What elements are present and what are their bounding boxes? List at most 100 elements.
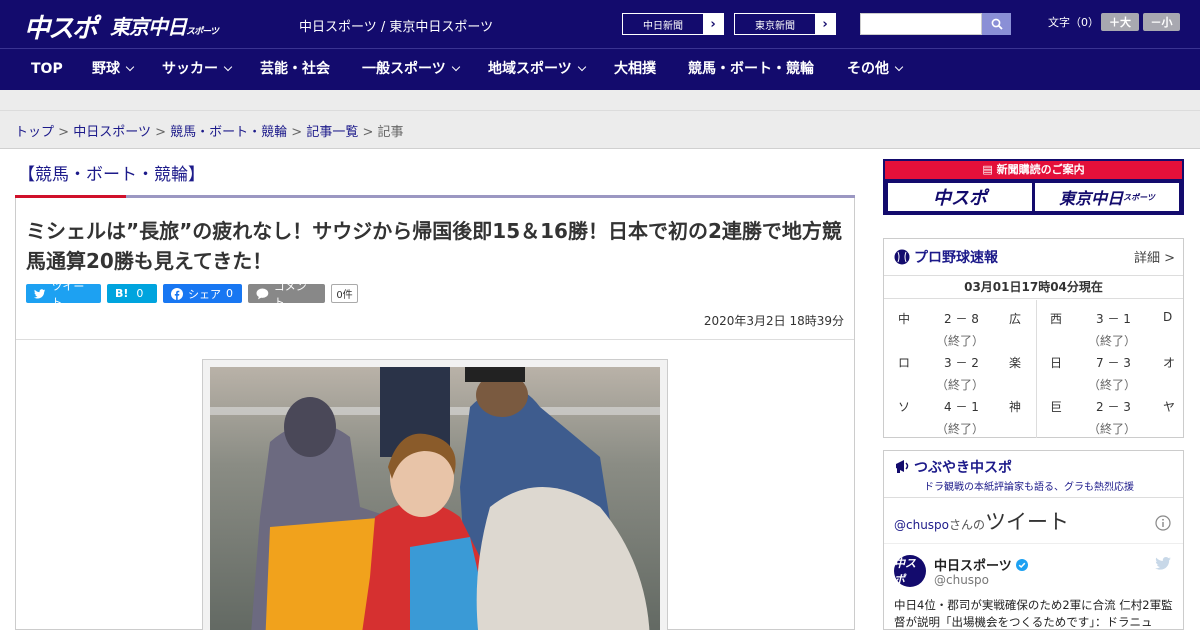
twitter-widget-title: つぶやき中スポ: [914, 460, 1012, 476]
twitter-bird-icon[interactable]: [1155, 557, 1171, 570]
game-score[interactable]: 7 － 3: [1096, 354, 1131, 371]
nav-general-sports[interactable]: 一般スポーツ: [362, 49, 460, 90]
breadcrumb-chunichi-sports[interactable]: 中日スポーツ: [73, 125, 151, 140]
category-title: 【競馬・ボート・競輪】: [18, 165, 205, 185]
main-nav: TOP 野球 サッカー 芸能・社会 一般スポーツ 地域スポーツ 大相撲 競馬・ボ…: [0, 48, 1200, 90]
game-status: （終了）: [936, 422, 985, 436]
top-header: 中スポ 東京中日スポーツ 中日スポーツ / 東京中日スポーツ 中日新聞 › 東京新…: [0, 0, 1200, 48]
newspaper-icon: ▤: [982, 163, 997, 176]
facebook-share-label: シェア: [188, 287, 221, 301]
game-score[interactable]: 2 － 8: [944, 310, 979, 327]
comment-label: コメント: [273, 279, 307, 309]
tokyo-shimbun-button[interactable]: 東京新聞 ›: [734, 13, 836, 35]
breadcrumb-article-list[interactable]: 記事一覧: [306, 125, 358, 140]
breadcrumb-top[interactable]: トップ: [15, 125, 54, 140]
nav-sumo[interactable]: 大相撲: [614, 49, 656, 90]
breadcrumb-sep: >: [291, 125, 303, 140]
tokyo-chunichi-logo-text: 東京中日: [110, 15, 187, 39]
game-status: （終了）: [1088, 334, 1137, 348]
game-away-team: 楽: [1009, 356, 1022, 370]
scores-timestamp: 03月01日17時04分現在: [884, 275, 1183, 299]
font-larger-button[interactable]: ＋大: [1101, 13, 1139, 31]
breadcrumb-sep: >: [58, 125, 70, 140]
game-score[interactable]: 3 － 1: [1096, 310, 1131, 327]
game-score[interactable]: 3 － 2: [944, 354, 979, 371]
tweet-author-name-text: 中日スポーツ: [934, 559, 1012, 574]
chevron-down-icon: [451, 62, 460, 72]
pro-baseball-scores: プロ野球速報 詳細 > 03月01日17時04分現在 中 2 － 8 広 （終了…: [883, 238, 1184, 438]
scores-detail-link[interactable]: 詳細 >: [1134, 247, 1175, 266]
scores-title: プロ野球速報: [914, 250, 998, 266]
megaphone-icon: [896, 460, 909, 473]
tweet-author-handle[interactable]: @chuspo: [934, 573, 989, 587]
chuspo-logo[interactable]: 中スポ: [24, 8, 98, 45]
breadcrumb: トップ > 中日スポーツ > 競馬・ボート・競輪 > 記事一覧 > 記事: [0, 111, 1200, 149]
subscribe-tokyo-chunichi-link[interactable]: 東京中日 スポーツ: [1035, 183, 1179, 211]
game-home-team: 中: [898, 312, 911, 326]
subscription-title: ▤ 新聞購読のご案内: [885, 161, 1182, 179]
breadcrumb-keiba[interactable]: 競馬・ボート・競輪: [170, 125, 287, 140]
breadcrumb-sep: >: [155, 125, 166, 140]
game-away-team: 広: [1009, 312, 1022, 326]
nav-other[interactable]: その他: [847, 49, 904, 90]
game-score[interactable]: 4 － 1: [944, 398, 979, 415]
chevron-right-icon: ›: [815, 14, 835, 34]
nav-local-sports[interactable]: 地域スポーツ: [488, 49, 586, 90]
nav-soccer-label: サッカー: [162, 61, 218, 77]
article-headline: ミシェルは”長旅”の疲れなし！サウジから帰国後即15＆16勝！日本で初の2連勝で…: [26, 219, 842, 273]
nav-keiba[interactable]: 競馬・ボート・競輪: [688, 49, 814, 90]
game-home-team: 日: [1050, 356, 1063, 370]
article: ミシェルは”長旅”の疲れなし！サウジから帰国後即15＆16勝！日本で初の2連勝で…: [15, 198, 855, 630]
search-button[interactable]: [982, 13, 1011, 35]
breadcrumb-current: 記事: [377, 125, 404, 140]
comment-bubble-icon: [256, 288, 269, 299]
nav-entertainment-label: 芸能・社会: [260, 61, 330, 77]
nav-entertainment[interactable]: 芸能・社会: [260, 49, 330, 90]
font-size-label: 文字（0）: [1048, 16, 1099, 29]
chunichi-shimbun-button[interactable]: 中日新聞 ›: [622, 13, 724, 35]
comment-button[interactable]: コメント: [248, 280, 325, 309]
game-away-team: 神: [1009, 400, 1022, 414]
nav-baseball[interactable]: 野球: [92, 49, 135, 90]
article-photo-frame: [202, 359, 668, 630]
nav-keiba-label: 競馬・ボート・競輪: [688, 61, 814, 77]
search-icon: [991, 18, 1003, 30]
game-status: （終了）: [936, 378, 985, 392]
scores-column-divider: [1036, 300, 1037, 438]
tweet-author-name[interactable]: 中日スポーツ: [934, 555, 1029, 574]
game-status: （終了）: [1088, 378, 1137, 392]
twitter-bird-icon: [34, 288, 46, 298]
tokyo-shimbun-label: 東京新聞: [755, 20, 795, 32]
game-status: （終了）: [936, 334, 985, 348]
article-photo[interactable]: [210, 367, 660, 630]
game-home-team: 西: [1050, 312, 1063, 326]
avatar[interactable]: 中スポ: [894, 555, 926, 587]
game-score[interactable]: 2 － 3: [1096, 398, 1131, 415]
nav-soccer[interactable]: サッカー: [162, 49, 233, 90]
twitter-handle-link[interactable]: @chuspo: [894, 518, 949, 532]
nav-sumo-label: 大相撲: [614, 61, 656, 77]
facebook-share-button[interactable]: シェア 0: [163, 284, 242, 303]
ad-strip: [0, 90, 1200, 111]
subscription-box: ▤ 新聞購読のご案内 中スポ 東京中日 スポーツ: [883, 159, 1184, 215]
twitter-divider: [884, 543, 1183, 544]
game-away-team: オ: [1163, 356, 1176, 370]
tokyo-chunichi-logo[interactable]: 東京中日スポーツ: [110, 11, 219, 40]
nav-local-sports-label: 地域スポーツ: [488, 61, 572, 77]
font-smaller-button[interactable]: －小: [1143, 13, 1180, 31]
subscribe-chuspo-link[interactable]: 中スポ: [888, 183, 1032, 211]
search-input[interactable]: [860, 13, 982, 35]
nav-top[interactable]: TOP: [31, 49, 63, 90]
article-date: 2020年3月2日 18時39分: [703, 314, 844, 328]
info-icon[interactable]: [1155, 515, 1171, 531]
facebook-share-count: 0: [226, 287, 233, 300]
subscribe-tokyo-chunichi-text: 東京中日: [1059, 189, 1124, 208]
nav-baseball-label: 野球: [92, 61, 120, 77]
nav-top-label: TOP: [31, 61, 63, 77]
hatena-bookmark-button[interactable]: B! 0: [107, 284, 157, 303]
subscribe-tokyo-chunichi-small: スポーツ: [1123, 192, 1155, 202]
tweet-button[interactable]: ツイート: [26, 280, 101, 309]
twitter-timeline-header: @chuspoさんのツイート: [894, 506, 1069, 536]
twitter-widget-subtitle: ドラ観戦の本紙評論家も語る、グラも熱烈応援: [924, 482, 1134, 493]
tweet-label: ツイート: [51, 279, 85, 309]
